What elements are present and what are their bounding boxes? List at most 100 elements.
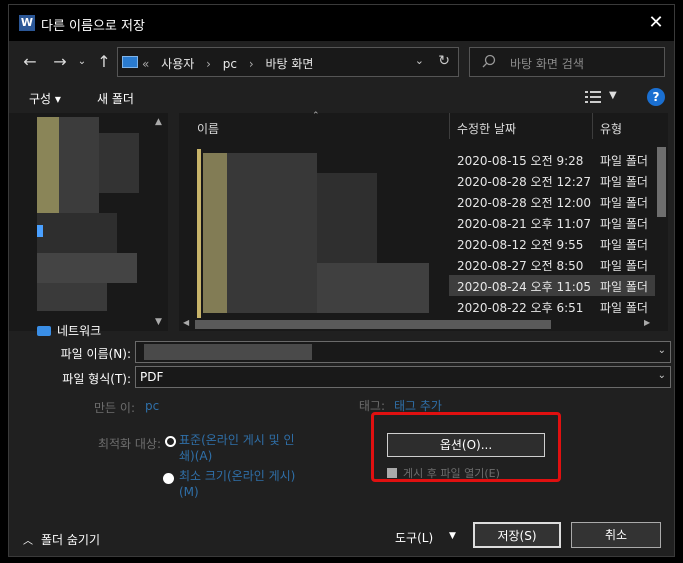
optimize-standard-label[interactable]: 표준(온라인 게시 및 인쇄)(A) bbox=[179, 432, 299, 464]
file-date: 2020-08-28 오전 12:00 bbox=[457, 196, 592, 210]
folder-location-icon bbox=[122, 56, 138, 68]
view-dropdown-icon[interactable]: ▼ bbox=[609, 90, 617, 101]
hide-folders-toggle[interactable]: ︿ 폴더 숨기기 bbox=[23, 531, 100, 548]
back-arrow-icon[interactable]: ← bbox=[19, 51, 41, 73]
title-bar: W 다른 이름으로 저장 ✕ bbox=[9, 5, 674, 41]
filetype-dropdown-icon[interactable]: ⌄ bbox=[658, 370, 666, 381]
file-date: 2020-08-27 오전 8:50 bbox=[457, 259, 584, 273]
file-date: 2020-08-21 오후 11:07 bbox=[457, 217, 592, 231]
nav-item-label: 네트워크 bbox=[57, 324, 102, 338]
file-row[interactable]: 2020-08-12 오전 9:55 파일 폴더 bbox=[179, 233, 655, 254]
blurred-nav-icon bbox=[37, 225, 43, 237]
save-as-dialog: W 다른 이름으로 저장 ✕ ← → ⌄ ↑ « 사용자 › pc › 바탕 화… bbox=[8, 4, 675, 557]
breadcrumb-pc[interactable]: pc bbox=[223, 57, 237, 71]
scroll-down-icon[interactable]: ▼ bbox=[155, 317, 162, 327]
file-type: 파일 폴더 bbox=[600, 259, 648, 273]
refresh-icon[interactable]: ↻ bbox=[438, 53, 450, 69]
blurred-nav-item bbox=[37, 213, 117, 253]
scroll-right-icon[interactable]: ▶ bbox=[644, 318, 650, 327]
nav-item-network[interactable]: 네트워크 bbox=[37, 322, 101, 339]
scroll-up-icon[interactable]: ▲ bbox=[155, 117, 162, 127]
file-type: 파일 폴더 bbox=[600, 175, 648, 189]
file-type: 파일 폴더 bbox=[600, 238, 648, 252]
breadcrumb-users[interactable]: 사용자 bbox=[161, 57, 194, 71]
sort-ascending-icon: ⌃ bbox=[312, 111, 320, 121]
file-type: 파일 폴더 bbox=[600, 280, 648, 294]
breadcrumb-desktop[interactable]: 바탕 화면 bbox=[265, 57, 313, 71]
window-title: 다른 이름으로 저장 bbox=[41, 19, 145, 34]
file-type: 파일 폴더 bbox=[600, 217, 648, 231]
vertical-scroll-thumb[interactable] bbox=[657, 147, 666, 217]
blurred-nav-item bbox=[37, 253, 137, 283]
file-type: 파일 폴더 bbox=[600, 301, 648, 315]
up-arrow-icon[interactable]: ↑ bbox=[93, 51, 115, 73]
column-header-type[interactable]: 유형 bbox=[600, 120, 622, 137]
optimize-label: 최적화 대상: bbox=[97, 437, 161, 451]
screenshot-frame: W 다른 이름으로 저장 ✕ ← → ⌄ ↑ « 사용자 › pc › 바탕 화… bbox=[0, 0, 683, 563]
file-date: 2020-08-28 오전 12:27 bbox=[457, 175, 592, 189]
recent-dropdown-icon[interactable]: ⌄ bbox=[71, 51, 93, 73]
highlight-annotation-box bbox=[371, 412, 561, 482]
forward-arrow-icon[interactable]: → bbox=[49, 51, 71, 73]
blurred-nav-item bbox=[59, 117, 99, 213]
filetype-select[interactable]: PDF ⌄ bbox=[135, 366, 671, 388]
blurred-nav-item bbox=[37, 117, 59, 213]
file-date: 2020-08-22 오후 6:51 bbox=[457, 301, 584, 315]
file-list[interactable]: ⌃ 이름 수정한 날짜 유형 2020-08-15 오전 9:28 파일 폴더 … bbox=[179, 111, 668, 331]
filename-field[interactable]: ⌄ bbox=[135, 341, 671, 363]
column-divider[interactable] bbox=[449, 113, 450, 139]
file-row[interactable]: 2020-08-22 오후 6:51 파일 폴더 bbox=[179, 296, 655, 317]
file-date: 2020-08-12 오전 9:55 bbox=[457, 238, 584, 252]
optimize-standard-radio[interactable] bbox=[165, 436, 176, 447]
column-header-date[interactable]: 수정한 날짜 bbox=[457, 120, 516, 137]
hide-folders-label: 폴더 숨기기 bbox=[41, 533, 101, 547]
author-value[interactable]: pc bbox=[145, 399, 159, 413]
search-box[interactable]: 바탕 화면 검색 bbox=[469, 47, 665, 77]
blurred-filename bbox=[144, 344, 312, 360]
author-label: 만든 이: bbox=[94, 401, 135, 415]
optimize-minimum-radio[interactable] bbox=[163, 473, 174, 484]
file-date: 2020-08-24 오후 11:05 bbox=[457, 280, 592, 294]
address-dropdown-icon[interactable]: ⌄ bbox=[415, 54, 424, 67]
file-row-selected[interactable]: 2020-08-24 오후 11:05 파일 폴더 bbox=[449, 275, 655, 296]
column-divider[interactable] bbox=[592, 113, 593, 139]
horizontal-scroll-thumb[interactable] bbox=[195, 320, 551, 329]
help-icon[interactable]: ? bbox=[647, 88, 665, 106]
file-row[interactable]: 2020-08-28 오전 12:27 파일 폴더 bbox=[179, 170, 655, 191]
file-row[interactable]: 2020-08-27 오전 8:50 파일 폴더 bbox=[179, 254, 655, 275]
breadcrumb-overflow[interactable]: « bbox=[142, 57, 149, 71]
file-type: 파일 폴더 bbox=[600, 154, 648, 168]
file-row[interactable]: 2020-08-21 오후 11:07 파일 폴더 bbox=[179, 212, 655, 233]
navigation-pane[interactable]: ▲ ▼ 네트워크 bbox=[9, 113, 168, 338]
file-date: 2020-08-15 오전 9:28 bbox=[457, 154, 584, 168]
tools-dropdown-icon[interactable]: ▼ bbox=[449, 531, 456, 541]
search-icon bbox=[482, 54, 496, 68]
file-row[interactable]: 2020-08-28 오전 12:00 파일 폴더 bbox=[179, 191, 655, 212]
file-row[interactable]: 2020-08-15 오전 9:28 파일 폴더 bbox=[179, 149, 655, 170]
blurred-nav-item bbox=[99, 133, 139, 193]
blurred-nav-item bbox=[37, 283, 107, 311]
breadcrumb: « 사용자 › pc › 바탕 화면 bbox=[142, 55, 321, 72]
organize-menu[interactable]: 구성 ▾ bbox=[29, 90, 61, 107]
word-app-icon: W bbox=[19, 15, 35, 31]
scroll-left-icon[interactable]: ◀ bbox=[183, 318, 189, 327]
save-button[interactable]: 저장(S) bbox=[473, 522, 561, 548]
breadcrumb-separator[interactable]: › bbox=[249, 57, 254, 71]
filename-dropdown-icon[interactable]: ⌄ bbox=[658, 345, 666, 356]
network-icon bbox=[37, 325, 51, 336]
new-folder-button[interactable]: 새 폴더 bbox=[97, 90, 134, 107]
close-button[interactable]: ✕ bbox=[644, 11, 668, 35]
search-placeholder: 바탕 화면 검색 bbox=[510, 57, 584, 71]
file-type: 파일 폴더 bbox=[600, 196, 648, 210]
optimize-minimum-label[interactable]: 최소 크기(온라인 게시)(M) bbox=[179, 468, 299, 500]
nav-scrollbar[interactable]: ▲ ▼ bbox=[153, 113, 168, 331]
column-header-name[interactable]: 이름 bbox=[197, 120, 219, 137]
breadcrumb-separator[interactable]: › bbox=[206, 57, 211, 71]
chevron-up-icon: ︿ bbox=[23, 536, 33, 547]
tools-menu[interactable]: 도구(L) bbox=[395, 529, 433, 546]
view-mode-icon[interactable] bbox=[585, 91, 601, 103]
address-bar[interactable]: « 사용자 › pc › 바탕 화면 ⌄ ↻ bbox=[117, 47, 459, 77]
filetype-label: 파일 형식(T): bbox=[62, 372, 131, 386]
filetype-value: PDF bbox=[140, 370, 164, 384]
cancel-button[interactable]: 취소 bbox=[571, 522, 661, 548]
